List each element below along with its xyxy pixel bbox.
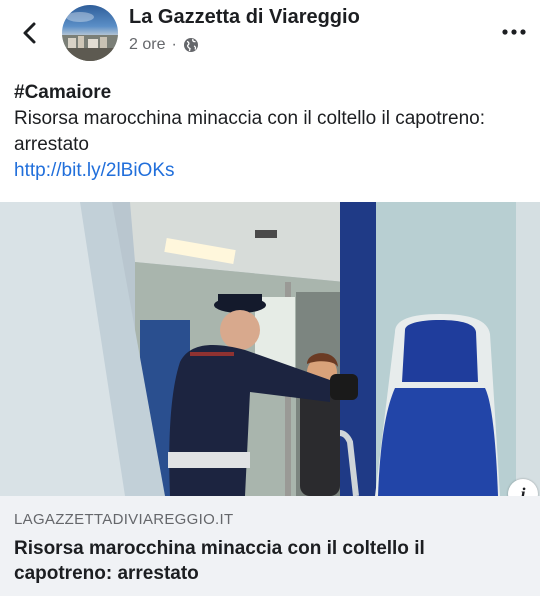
- post-meta: 2 ore ·: [129, 36, 199, 54]
- link-preview-title[interactable]: Risorsa marocchina minaccia con il colte…: [14, 536, 514, 586]
- link-domain: LAGAZZETTADIVIAREGGIO.IT: [14, 511, 234, 528]
- hashtag-link[interactable]: #Camaiore: [14, 80, 524, 106]
- page-avatar[interactable]: [62, 5, 118, 61]
- link-preview-card[interactable]: LAGAZZETTADIVIAREGGIO.IT Risorsa marocch…: [0, 496, 540, 596]
- post-message: #Camaiore Risorsa marocchina minaccia co…: [14, 80, 524, 184]
- globe-icon[interactable]: [183, 37, 199, 53]
- post-photo[interactable]: [0, 202, 540, 496]
- meta-separator: ·: [171, 36, 177, 53]
- post-body: Risorsa marocchina minaccia con il colte…: [14, 108, 485, 155]
- post-header: La Gazzetta di Viareggio 2 ore ·: [0, 0, 540, 72]
- chevron-left-icon[interactable]: [18, 18, 42, 48]
- page-name[interactable]: La Gazzetta di Viareggio: [129, 6, 360, 29]
- post-time[interactable]: 2 ore: [129, 36, 165, 54]
- more-horizontal-icon[interactable]: [500, 24, 528, 40]
- post-url-link[interactable]: http://bit.ly/2lBiOKs: [14, 158, 524, 184]
